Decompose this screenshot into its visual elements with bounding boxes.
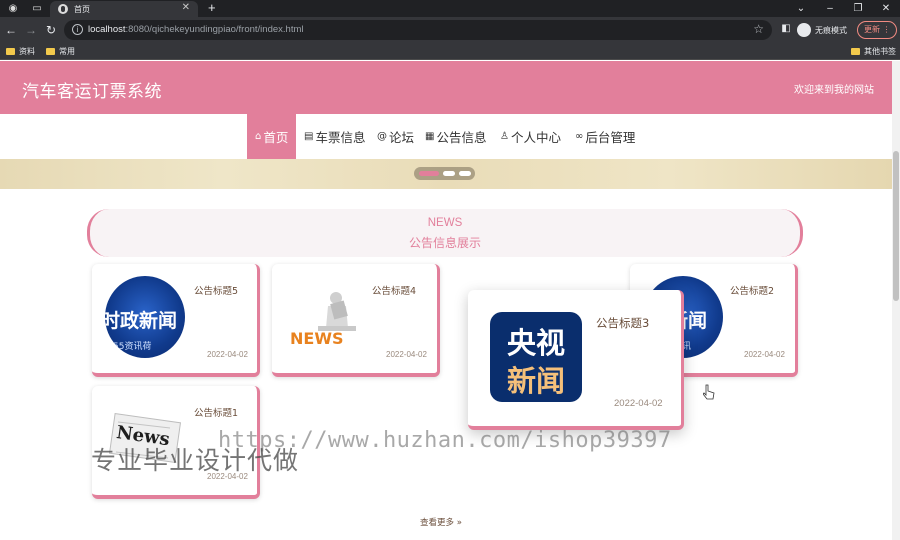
site-header: 汽车客运订票系统 欢迎来到我的网站 — [0, 61, 892, 114]
bookmark-folder-changyong[interactable]: 常用 — [46, 46, 75, 57]
folder-icon — [6, 48, 15, 55]
restore-button[interactable]: ❐ — [843, 0, 873, 17]
close-icon[interactable]: ✕ — [182, 2, 190, 13]
news-card-hovered[interactable]: 央视 新闻 公告标题3 2022-04-02 — [468, 290, 684, 430]
link-icon: ∞ — [575, 131, 584, 142]
nav-item-home[interactable]: ⌂ 首页 — [247, 114, 297, 159]
window-close-button[interactable]: ✕ — [871, 0, 900, 17]
update-button[interactable]: 更新 ⋮ — [857, 21, 897, 39]
new-tab-button[interactable]: + — [208, 0, 216, 16]
at-icon: @ — [377, 131, 387, 142]
view-more-link[interactable]: 查看更多 » — [420, 516, 462, 528]
browser-tab-strip: ◉ ▭ 首页 ✕ + ⌄ – ❐ ✕ — [0, 0, 900, 17]
news-card[interactable]: NEWS 公告标题4 2022-04-02 — [272, 264, 440, 377]
news-card[interactable]: 时政新闻 55资讯荷 公告标题5 2022-04-02 — [92, 264, 260, 377]
address-bar[interactable]: i localhost:8080/qichekeyundingpiao/fron… — [64, 20, 772, 40]
browser-tab-active[interactable]: 首页 ✕ — [50, 1, 198, 17]
double-chevron-right-icon: » — [456, 518, 462, 528]
back-button[interactable]: ← — [3, 22, 19, 38]
news-heading-cn: 公告信息展示 — [408, 236, 481, 250]
news-heading-en: NEWS — [427, 217, 463, 229]
nav-item-profile[interactable]: ♙ 个人中心 — [500, 114, 561, 159]
incognito-label: 无痕模式 — [815, 25, 847, 35]
forward-button[interactable]: → — [23, 22, 39, 38]
news-card-title: 公告标题2 — [730, 286, 775, 297]
nav-item-tickets[interactable]: ▤ 车票信息 — [304, 114, 365, 159]
news-card-title: 公告标题1 — [194, 408, 239, 419]
web-page: 汽车客运订票系统 欢迎来到我的网站 ⌂ 首页 ▤ 车票信息 @ 论坛 ▦ 公告信息 ♙ 个… — [0, 61, 892, 540]
nav-item-admin[interactable]: ∞ 后台管理 — [575, 114, 635, 159]
chevron-down-icon[interactable]: ⌄ — [786, 0, 816, 17]
site-title: 汽车客运订票系统 — [22, 82, 162, 102]
mouse-cursor-icon — [703, 384, 715, 400]
folder-icon — [46, 48, 55, 55]
ticket-icon: ▤ — [304, 131, 314, 142]
news-card-date: 2022-04-02 — [207, 350, 248, 359]
globe-icon — [58, 4, 68, 14]
side-panel-icon[interactable]: ◧ — [779, 22, 793, 36]
news-card-date: 2022-04-02 — [614, 398, 663, 409]
bookmark-folder-ziliao[interactable]: 资料 — [6, 46, 35, 57]
scrollbar-thumb[interactable] — [893, 151, 899, 301]
browser-menu-icon[interactable]: ◉ — [6, 2, 20, 15]
carousel-dot-3[interactable] — [459, 171, 471, 176]
news-card-date: 2022-04-02 — [744, 350, 785, 359]
watermark-text: 专业毕业设计代做 — [91, 446, 300, 475]
news-card-title: 公告标题3 — [596, 316, 650, 330]
news-thumb-text: NEWS — [290, 329, 344, 348]
folder-icon — [851, 48, 860, 55]
url-text[interactable]: localhost:8080/qichekeyundingpiao/front/… — [88, 24, 303, 35]
browser-toolbar: ← → ↻ i localhost:8080/qichekeyundingpia… — [0, 17, 900, 43]
bookmarks-bar: 资料 常用 其他书签 — [0, 43, 900, 60]
home-icon: ⌂ — [255, 131, 262, 142]
nav-item-forum[interactable]: @ 论坛 — [377, 114, 414, 159]
user-icon: ♙ — [500, 131, 509, 142]
incognito-indicator[interactable]: 无痕模式 — [797, 21, 847, 39]
info-icon[interactable]: i — [72, 24, 83, 35]
nav-item-notices[interactable]: ▦ 公告信息 — [425, 114, 486, 159]
bookmark-folder-other[interactable]: 其他书签 — [851, 46, 896, 57]
page-scrollbar[interactable] — [892, 61, 900, 540]
carousel-dot-1[interactable] — [419, 171, 439, 176]
carousel-dot-2[interactable] — [443, 171, 455, 176]
news-thumbnail: 时政新闻 55资讯荷 — [105, 276, 185, 358]
banner-carousel[interactable] — [0, 159, 892, 189]
main-nav: ⌂ 首页 ▤ 车票信息 @ 论坛 ▦ 公告信息 ♙ 个人中心 ∞ 后台管理 — [0, 114, 892, 159]
news-thumbnail: NEWS — [288, 288, 364, 350]
welcome-text: 欢迎来到我的网站 — [794, 85, 874, 96]
news-card-date: 2022-04-02 — [386, 350, 427, 359]
minimize-button[interactable]: – — [815, 0, 845, 17]
tab-title: 首页 — [74, 5, 90, 14]
carousel-indicators — [414, 167, 475, 180]
reload-button[interactable]: ↻ — [43, 22, 59, 38]
star-icon[interactable]: ☆ — [753, 22, 764, 36]
news-thumbnail: 央视 新闻 — [490, 312, 582, 402]
news-card-title: 公告标题5 — [194, 286, 239, 297]
tab-search-icon[interactable]: ▭ — [30, 2, 44, 15]
news-card-title: 公告标题4 — [372, 286, 417, 297]
document-icon: ▦ — [425, 131, 435, 142]
news-section-header: NEWS 公告信息展示 — [87, 209, 803, 257]
incognito-icon — [797, 23, 811, 37]
